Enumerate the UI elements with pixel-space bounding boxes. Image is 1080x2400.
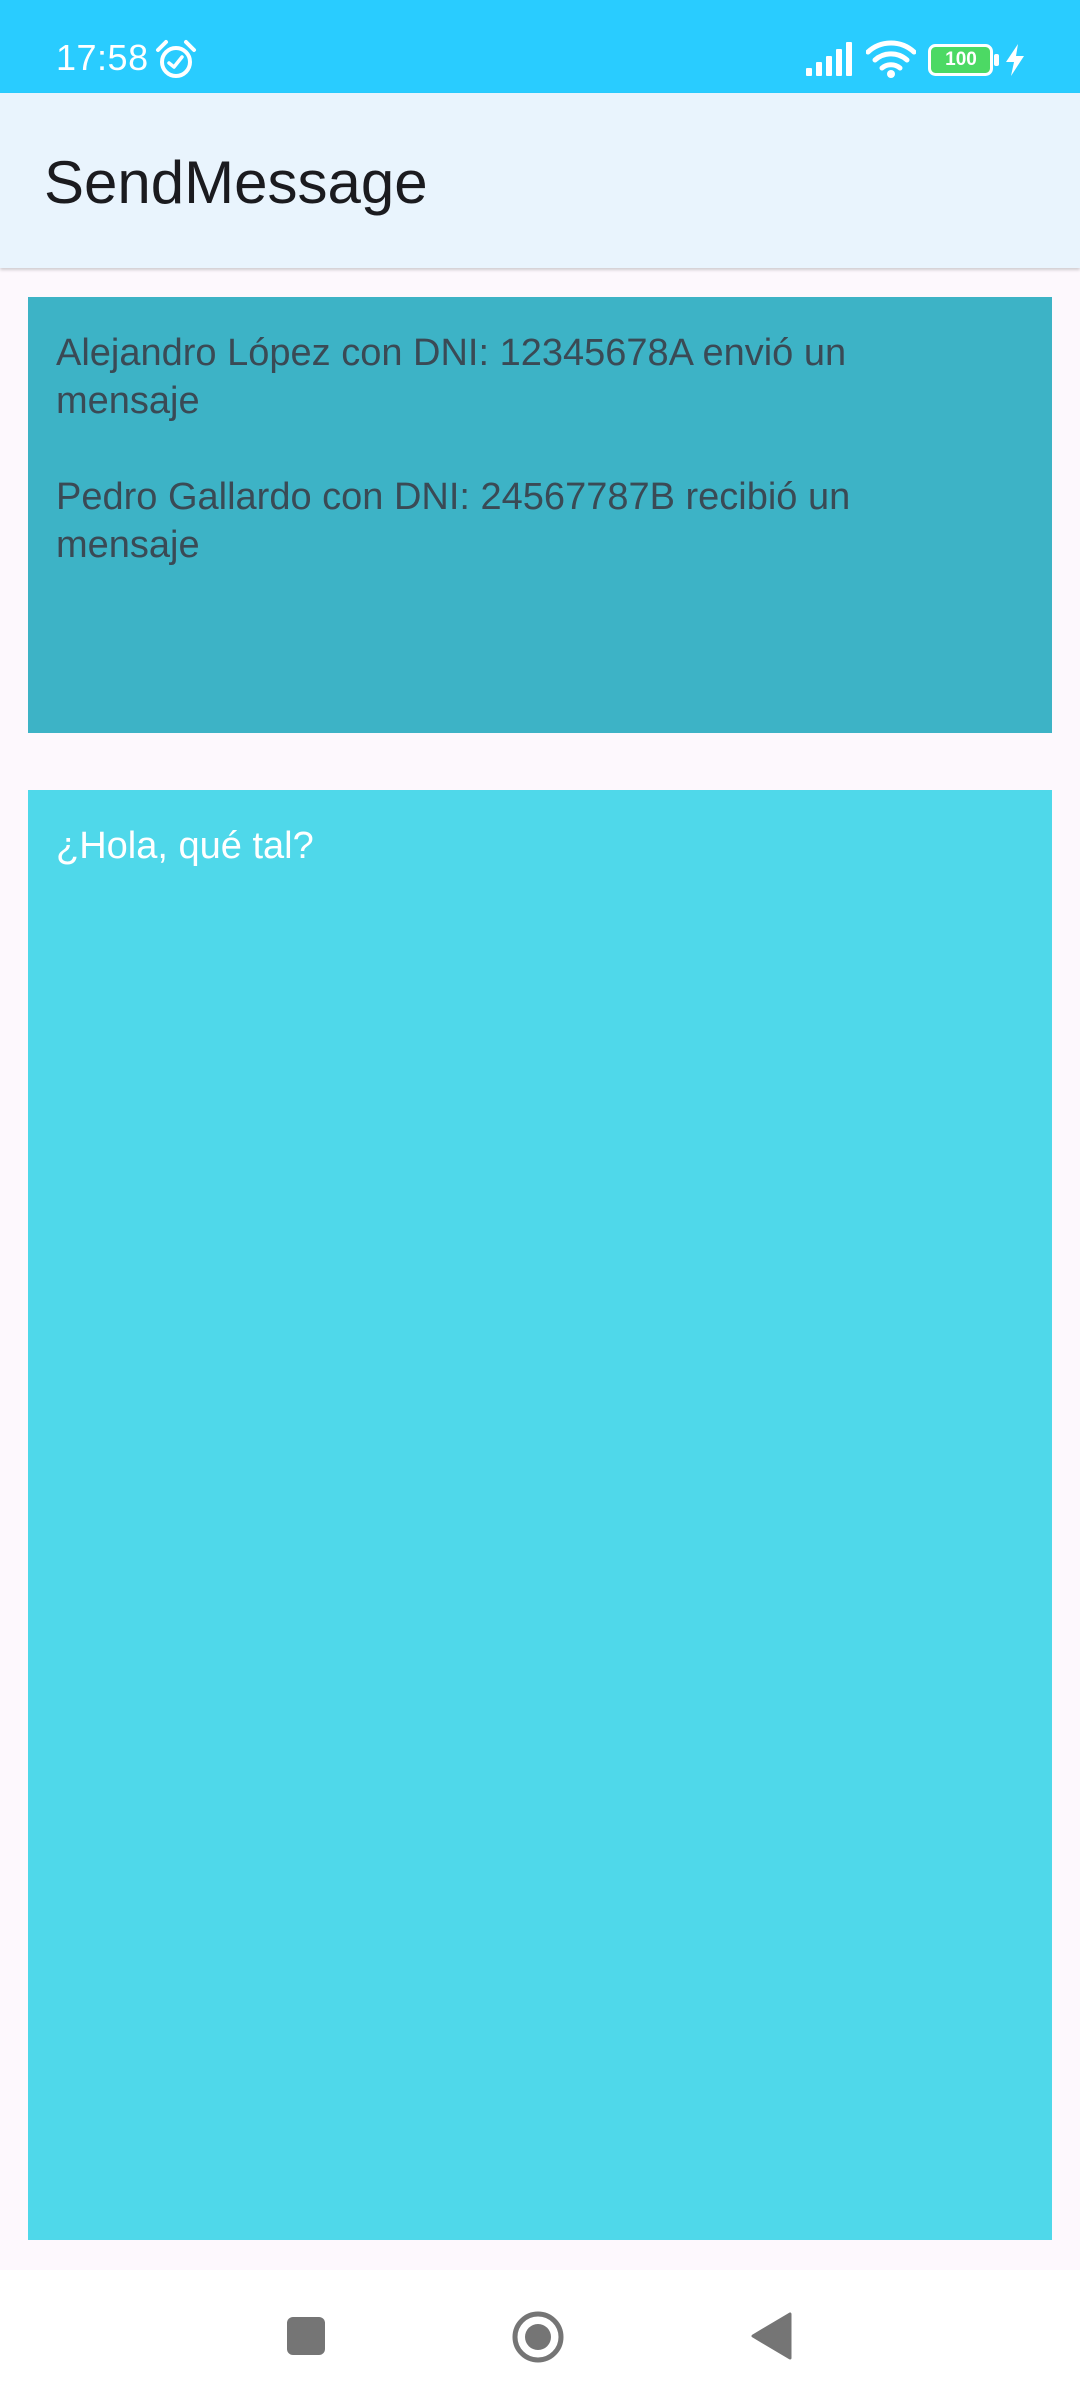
nav-bar (0, 2270, 1080, 2400)
status-time: 17:58 (56, 37, 149, 78)
message-text: ¿Hola, qué tal? (56, 825, 314, 867)
message-area[interactable]: ¿Hola, qué tal? (28, 790, 1052, 2240)
signal-icon (806, 42, 852, 76)
recent-apps-icon[interactable] (286, 2316, 326, 2356)
app-bar: SendMessage (0, 93, 1080, 268)
alarm-icon (156, 40, 196, 78)
receiver-info-text: Pedro Gallardo con DNI: 24567787B recibi… (56, 476, 851, 566)
charging-icon (1006, 44, 1024, 76)
sender-info-text: Alejandro López con DNI: 12345678A envió… (56, 332, 847, 422)
battery-level: 100 (945, 49, 977, 70)
status-bar: 17:58 100 (0, 0, 1080, 93)
wifi-icon (866, 40, 916, 78)
page-title: SendMessage (44, 149, 428, 216)
back-icon[interactable] (750, 2312, 792, 2360)
home-icon[interactable] (511, 2310, 565, 2364)
info-panel: Alejandro López con DNI: 12345678A envió… (28, 297, 1052, 733)
